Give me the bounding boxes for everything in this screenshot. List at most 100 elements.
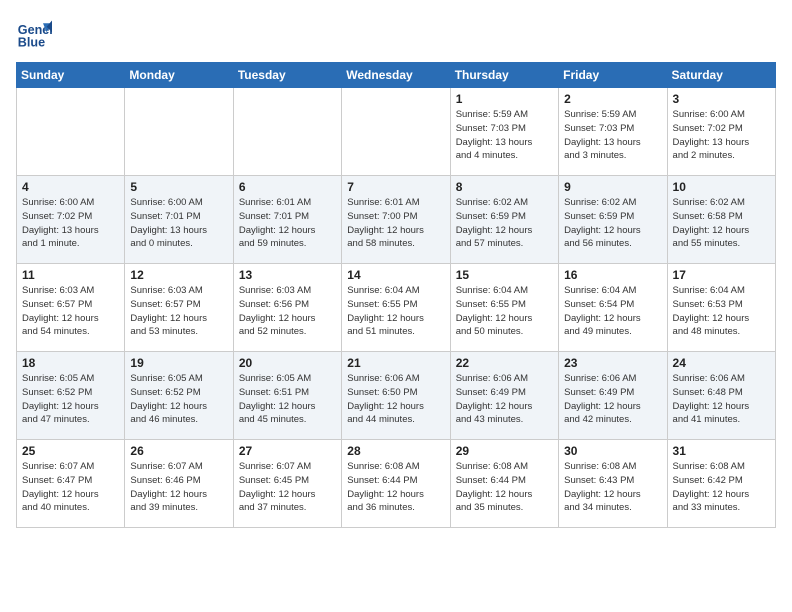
day-number: 6 (239, 180, 336, 194)
calendar-day (17, 88, 125, 176)
weekday-header-thursday: Thursday (450, 63, 558, 88)
calendar-day: 27Sunrise: 6:07 AMSunset: 6:45 PMDayligh… (233, 440, 341, 528)
day-info: Sunrise: 6:05 AMSunset: 6:52 PMDaylight:… (130, 372, 227, 427)
weekday-header-tuesday: Tuesday (233, 63, 341, 88)
day-info: Sunrise: 6:06 AMSunset: 6:50 PMDaylight:… (347, 372, 444, 427)
calendar-day: 29 Sunrise: 6:08 AMSunset: 6:44 PMDayligh… (450, 440, 558, 528)
calendar-day: 12 Sunrise: 6:03 AMSunset: 6:57 PMDayligh… (125, 264, 233, 352)
logo-icon: General Blue (16, 16, 52, 52)
calendar-header: SundayMondayTuesdayWednesdayThursdayFrid… (17, 63, 776, 88)
calendar-day: 23 Sunrise: 6:06 AMSunset: 6:49 PMDayligh… (559, 352, 667, 440)
day-number: 16 (564, 268, 661, 282)
calendar-week-2: 4 Sunrise: 6:00 AMSunset: 7:02 PMDaylight… (17, 176, 776, 264)
day-info: Sunrise: 6:03 AMSunset: 6:57 PMDaylight:… (22, 284, 119, 339)
day-info: Sunrise: 6:04 AMSunset: 6:54 PMDaylight:… (564, 284, 661, 339)
day-number: 3 (673, 92, 770, 106)
day-number: 1 (456, 92, 553, 106)
day-info: Sunrise: 6:04 AMSunset: 6:55 PMDaylight:… (347, 284, 444, 339)
calendar-week-3: 11 Sunrise: 6:03 AMSunset: 6:57 PMDayligh… (17, 264, 776, 352)
day-number: 13 (239, 268, 336, 282)
day-number: 30 (564, 444, 661, 458)
calendar-day: 4 Sunrise: 6:00 AMSunset: 7:02 PMDaylight… (17, 176, 125, 264)
day-info: Sunrise: 6:07 AMSunset: 6:46 PMDaylight:… (130, 460, 227, 515)
weekday-row: SundayMondayTuesdayWednesdayThursdayFrid… (17, 63, 776, 88)
day-number: 9 (564, 180, 661, 194)
day-number: 7 (347, 180, 444, 194)
calendar-day (125, 88, 233, 176)
day-number: 12 (130, 268, 227, 282)
day-info: Sunrise: 5:59 AMSunset: 7:03 PMDaylight:… (456, 108, 553, 163)
calendar-day: 10Sunrise: 6:02 AMSunset: 6:58 PMDayligh… (667, 176, 775, 264)
calendar-day: 22 Sunrise: 6:06 AMSunset: 6:49 PMDayligh… (450, 352, 558, 440)
day-number: 18 (22, 356, 119, 370)
day-info: Sunrise: 6:05 AMSunset: 6:52 PMDaylight:… (22, 372, 119, 427)
calendar-day: 24Sunrise: 6:06 AMSunset: 6:48 PMDayligh… (667, 352, 775, 440)
weekday-header-friday: Friday (559, 63, 667, 88)
calendar-day: 16 Sunrise: 6:04 AMSunset: 6:54 PMDayligh… (559, 264, 667, 352)
day-info: Sunrise: 6:03 AMSunset: 6:56 PMDaylight:… (239, 284, 336, 339)
day-number: 14 (347, 268, 444, 282)
day-number: 5 (130, 180, 227, 194)
day-number: 29 (456, 444, 553, 458)
day-info: Sunrise: 6:04 AMSunset: 6:55 PMDaylight:… (456, 284, 553, 339)
calendar-body: 1 Sunrise: 5:59 AMSunset: 7:03 PMDaylight… (17, 88, 776, 528)
day-number: 23 (564, 356, 661, 370)
day-number: 26 (130, 444, 227, 458)
day-info: Sunrise: 6:08 AMSunset: 6:43 PMDaylight:… (564, 460, 661, 515)
calendar-week-4: 18 Sunrise: 6:05 AMSunset: 6:52 PMDayligh… (17, 352, 776, 440)
day-info: Sunrise: 6:08 AMSunset: 6:44 PMDaylight:… (456, 460, 553, 515)
calendar: SundayMondayTuesdayWednesdayThursdayFrid… (16, 62, 776, 528)
calendar-day: 18 Sunrise: 6:05 AMSunset: 6:52 PMDayligh… (17, 352, 125, 440)
day-info: Sunrise: 6:04 AMSunset: 6:53 PMDaylight:… (673, 284, 770, 339)
day-info: Sunrise: 5:59 AMSunset: 7:03 PMDaylight:… (564, 108, 661, 163)
calendar-day: 26 Sunrise: 6:07 AMSunset: 6:46 PMDayligh… (125, 440, 233, 528)
calendar-day (342, 88, 450, 176)
day-info: Sunrise: 6:00 AMSunset: 7:01 PMDaylight:… (130, 196, 227, 251)
day-number: 20 (239, 356, 336, 370)
calendar-day: 3Sunrise: 6:00 AMSunset: 7:02 PMDaylight… (667, 88, 775, 176)
day-number: 22 (456, 356, 553, 370)
calendar-day: 2Sunrise: 5:59 AMSunset: 7:03 PMDaylight… (559, 88, 667, 176)
calendar-day: 8 Sunrise: 6:02 AMSunset: 6:59 PMDaylight… (450, 176, 558, 264)
day-number: 11 (22, 268, 119, 282)
calendar-day: 9 Sunrise: 6:02 AMSunset: 6:59 PMDaylight… (559, 176, 667, 264)
day-info: Sunrise: 6:06 AMSunset: 6:49 PMDaylight:… (564, 372, 661, 427)
calendar-day: 15 Sunrise: 6:04 AMSunset: 6:55 PMDayligh… (450, 264, 558, 352)
day-info: Sunrise: 6:02 AMSunset: 6:59 PMDaylight:… (564, 196, 661, 251)
day-info: Sunrise: 6:00 AMSunset: 7:02 PMDaylight:… (22, 196, 119, 251)
day-number: 15 (456, 268, 553, 282)
day-number: 24 (673, 356, 770, 370)
day-info: Sunrise: 6:01 AMSunset: 7:00 PMDaylight:… (347, 196, 444, 251)
day-info: Sunrise: 6:07 AMSunset: 6:47 PMDaylight:… (22, 460, 119, 515)
day-info: Sunrise: 6:01 AMSunset: 7:01 PMDaylight:… (239, 196, 336, 251)
calendar-day: 7 Sunrise: 6:01 AMSunset: 7:00 PMDaylight… (342, 176, 450, 264)
day-info: Sunrise: 6:08 AMSunset: 6:42 PMDaylight:… (673, 460, 770, 515)
day-number: 25 (22, 444, 119, 458)
svg-text:Blue: Blue (18, 36, 45, 50)
weekday-header-sunday: Sunday (17, 63, 125, 88)
calendar-day: 20 Sunrise: 6:05 AMSunset: 6:51 PMDayligh… (233, 352, 341, 440)
day-info: Sunrise: 6:02 AMSunset: 6:59 PMDaylight:… (456, 196, 553, 251)
calendar-day: 6 Sunrise: 6:01 AMSunset: 7:01 PMDaylight… (233, 176, 341, 264)
day-info: Sunrise: 6:06 AMSunset: 6:49 PMDaylight:… (456, 372, 553, 427)
day-info: Sunrise: 6:08 AMSunset: 6:44 PMDaylight:… (347, 460, 444, 515)
day-number: 31 (673, 444, 770, 458)
calendar-day: 5 Sunrise: 6:00 AMSunset: 7:01 PMDaylight… (125, 176, 233, 264)
calendar-day: 13 Sunrise: 6:03 AMSunset: 6:56 PMDayligh… (233, 264, 341, 352)
calendar-day: 30 Sunrise: 6:08 AMSunset: 6:43 PMDayligh… (559, 440, 667, 528)
calendar-day: 11 Sunrise: 6:03 AMSunset: 6:57 PMDayligh… (17, 264, 125, 352)
calendar-day: 1 Sunrise: 5:59 AMSunset: 7:03 PMDaylight… (450, 88, 558, 176)
calendar-day: 25 Sunrise: 6:07 AMSunset: 6:47 PMDayligh… (17, 440, 125, 528)
day-info: Sunrise: 6:02 AMSunset: 6:58 PMDaylight:… (673, 196, 770, 251)
day-number: 21 (347, 356, 444, 370)
calendar-day (233, 88, 341, 176)
day-number: 27 (239, 444, 336, 458)
day-number: 4 (22, 180, 119, 194)
calendar-week-5: 25 Sunrise: 6:07 AMSunset: 6:47 PMDayligh… (17, 440, 776, 528)
weekday-header-monday: Monday (125, 63, 233, 88)
day-number: 8 (456, 180, 553, 194)
day-info: Sunrise: 6:03 AMSunset: 6:57 PMDaylight:… (130, 284, 227, 339)
day-number: 19 (130, 356, 227, 370)
weekday-header-wednesday: Wednesday (342, 63, 450, 88)
day-info: Sunrise: 6:05 AMSunset: 6:51 PMDaylight:… (239, 372, 336, 427)
